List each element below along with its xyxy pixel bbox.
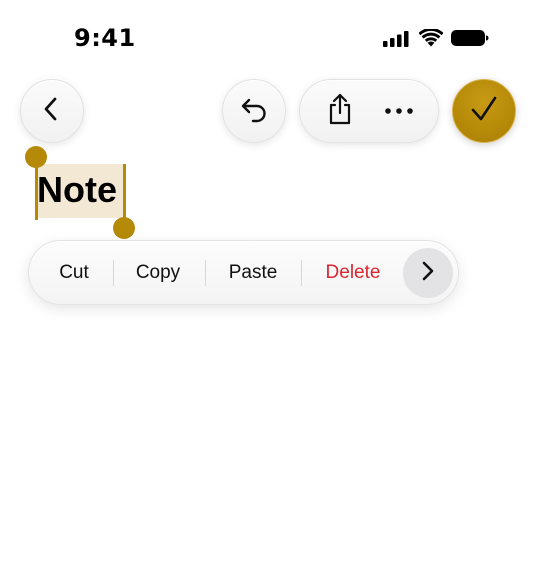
share-icon [326, 93, 354, 130]
chevron-left-icon [40, 95, 64, 128]
chevron-right-icon [420, 260, 436, 287]
back-button[interactable] [20, 79, 84, 143]
selection-start-caret [35, 160, 38, 220]
share-button[interactable] [315, 86, 365, 136]
note-title[interactable]: Note [37, 168, 117, 212]
menu-divider [205, 260, 206, 286]
menu-divider [301, 260, 302, 286]
checkmark-icon [470, 95, 498, 128]
battery-icon [451, 30, 489, 46]
action-button-group [299, 79, 439, 143]
signal-icon [383, 31, 409, 47]
undo-button[interactable] [222, 79, 286, 143]
edit-menu: Cut Copy Paste Delete [28, 240, 459, 305]
undo-icon [239, 95, 269, 128]
wifi-icon [418, 27, 444, 47]
status-time: 9:41 [74, 24, 136, 52]
status-icons [383, 27, 493, 50]
selection-end-handle[interactable] [113, 217, 135, 239]
paste-menu-item[interactable]: Paste [211, 241, 295, 304]
more-menu-options-button[interactable] [403, 248, 453, 298]
cut-menu-item[interactable]: Cut [43, 241, 105, 304]
copy-menu-item[interactable]: Copy [119, 241, 197, 304]
selection-start-handle[interactable] [25, 146, 47, 168]
more-button[interactable] [374, 86, 424, 136]
delete-menu-item[interactable]: Delete [309, 241, 397, 304]
done-button[interactable] [452, 79, 516, 143]
menu-divider [113, 260, 114, 286]
ellipsis-icon [384, 102, 414, 120]
